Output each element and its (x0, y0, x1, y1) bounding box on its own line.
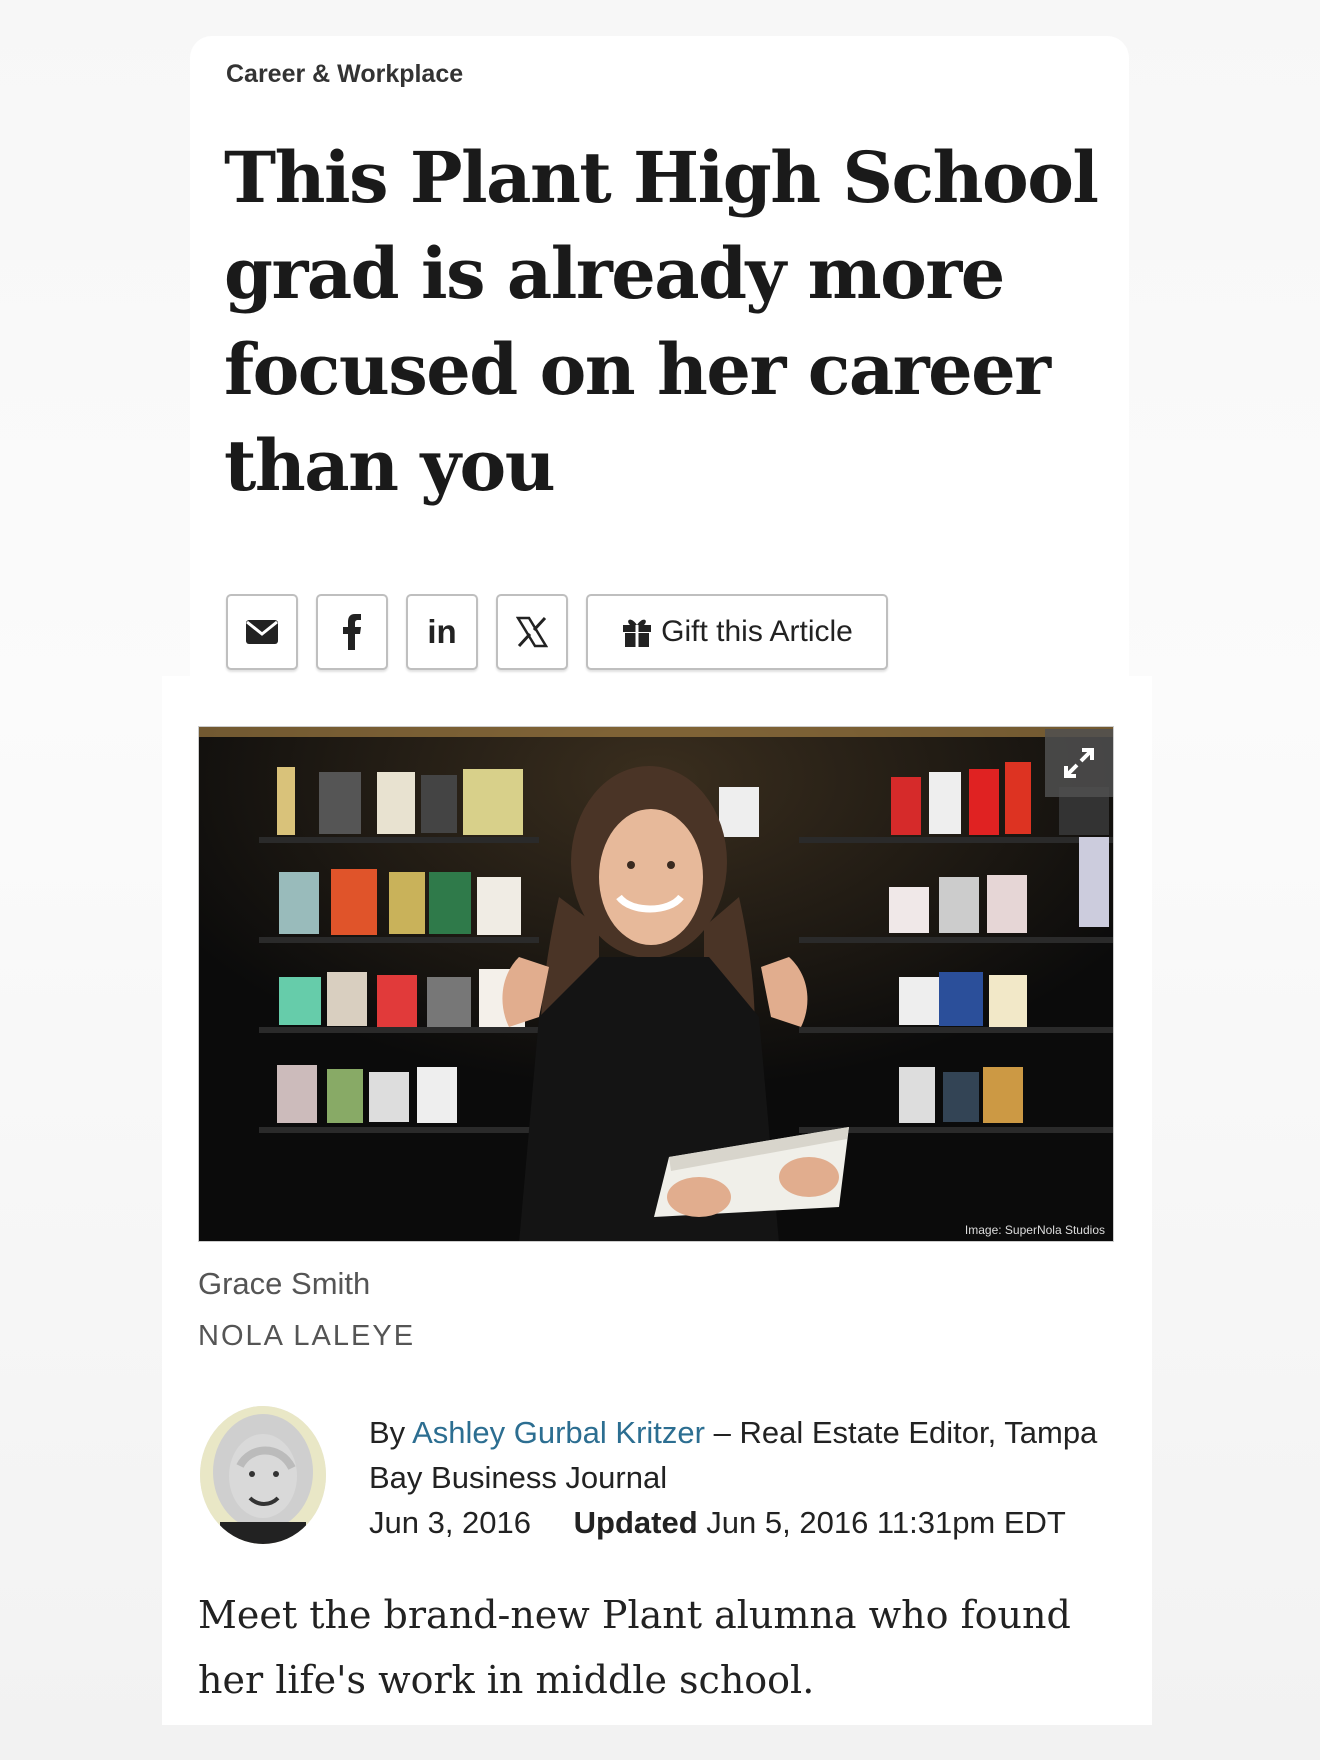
linkedin-icon: in (427, 613, 457, 650)
gift-article-label: Gift this Article (661, 615, 853, 648)
author-link[interactable]: Ashley Gurbal Kritzer (412, 1415, 705, 1450)
author-avatar[interactable] (200, 1406, 326, 1544)
gift-icon (623, 619, 652, 647)
updated-label: Updated (573, 1505, 698, 1540)
facebook-icon (343, 614, 361, 650)
bookstore-photo (199, 727, 1113, 1241)
share-toolbar: in Gift this Article (226, 594, 888, 670)
section-label[interactable]: Career & Workplace (226, 60, 463, 89)
article-dek: Meet the brand-new Plant alumna who foun… (198, 1593, 1071, 1702)
share-facebook-button[interactable] (316, 594, 388, 670)
share-linkedin-button[interactable]: in (406, 594, 478, 670)
image-credit: Image: SuperNola Studios (964, 1223, 1105, 1237)
share-x-button[interactable] (496, 594, 568, 670)
image-caption: Grace Smith (198, 1266, 371, 1301)
published-date: Jun 3, 2016 (369, 1505, 532, 1540)
share-email-button[interactable] (226, 594, 298, 670)
article-headline: This Plant High School grad is already m… (224, 136, 1099, 507)
expand-image-button[interactable] (1045, 729, 1113, 797)
gift-article-button[interactable]: Gift this Article (586, 594, 888, 670)
author-portrait (200, 1406, 326, 1544)
photo-credit: NOLA LALEYE (198, 1320, 416, 1352)
byline: By Ashley Gurbal Kritzer – Real Estate E… (369, 1410, 1129, 1545)
hero-image[interactable]: Image: SuperNola Studios (198, 726, 1114, 1242)
updated-date: Jun 5, 2016 11:31pm EDT (706, 1505, 1066, 1540)
byline-prefix: By (369, 1415, 406, 1450)
x-icon (516, 616, 548, 648)
envelope-icon (246, 620, 278, 644)
expand-icon (1064, 748, 1094, 778)
